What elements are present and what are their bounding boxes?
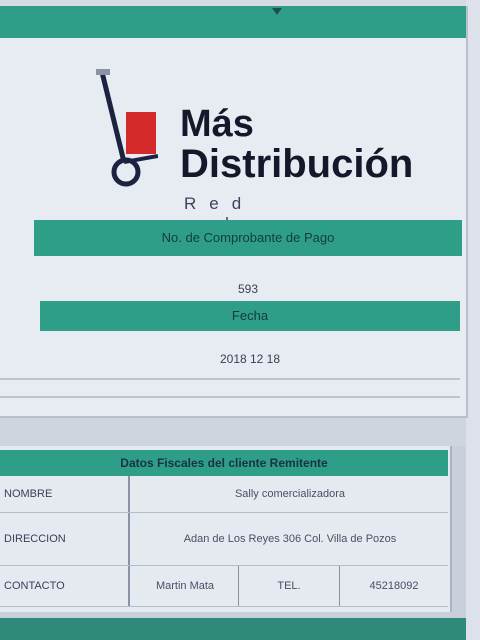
hand-truck-icon	[96, 69, 158, 187]
tel-label: TEL.	[239, 566, 340, 606]
row-value-nombre: Sally comercializadora	[234, 488, 346, 500]
fecha-header: Fecha	[40, 301, 460, 331]
folio-value: 593	[237, 282, 259, 296]
logo-wordmark-line1: Más	[180, 103, 254, 145]
sort-arrow-icon[interactable]	[272, 8, 282, 15]
client-data-panel: Datos Fiscales del cliente Remitente NOM…	[0, 446, 452, 612]
top-header-bar	[0, 6, 466, 38]
folio-header: No. de Comprobante de Pago	[34, 220, 462, 256]
section-gap	[0, 418, 466, 446]
tel-value: 45218092	[369, 580, 419, 592]
screen: Más Distribución Red urbana No. de Compr…	[0, 0, 480, 640]
bottom-bar	[0, 618, 466, 640]
monitor-bezel	[466, 0, 480, 640]
table-row: NOMBRE Sally comercializadora	[0, 476, 448, 513]
row-label-nombre: NOMBRE	[0, 476, 130, 512]
divider	[0, 396, 460, 398]
client-table-title: Datos Fiscales del cliente Remitente	[0, 450, 448, 476]
table-row: DIRECCION Adan de Los Reyes 306 Col. Vil…	[0, 513, 448, 566]
company-logo: Más Distribución Red urbana	[88, 64, 413, 233]
contact-name: Martin Mata	[132, 566, 239, 606]
row-value-direccion: Adan de Los Reyes 306 Col. Villa de Pozo…	[183, 533, 397, 545]
fecha-value: 2018 12 18	[219, 352, 281, 366]
row-label-contacto: CONTACTO	[0, 566, 130, 606]
logo-wordmark-line2: Distribución	[180, 142, 414, 186]
receipt-header-panel: Más Distribución Red urbana No. de Compr…	[0, 6, 468, 418]
table-row: CONTACTO Martin Mata TEL. 45218092	[0, 566, 448, 607]
row-label-direccion: DIRECCION	[0, 513, 130, 565]
divider	[0, 378, 460, 380]
